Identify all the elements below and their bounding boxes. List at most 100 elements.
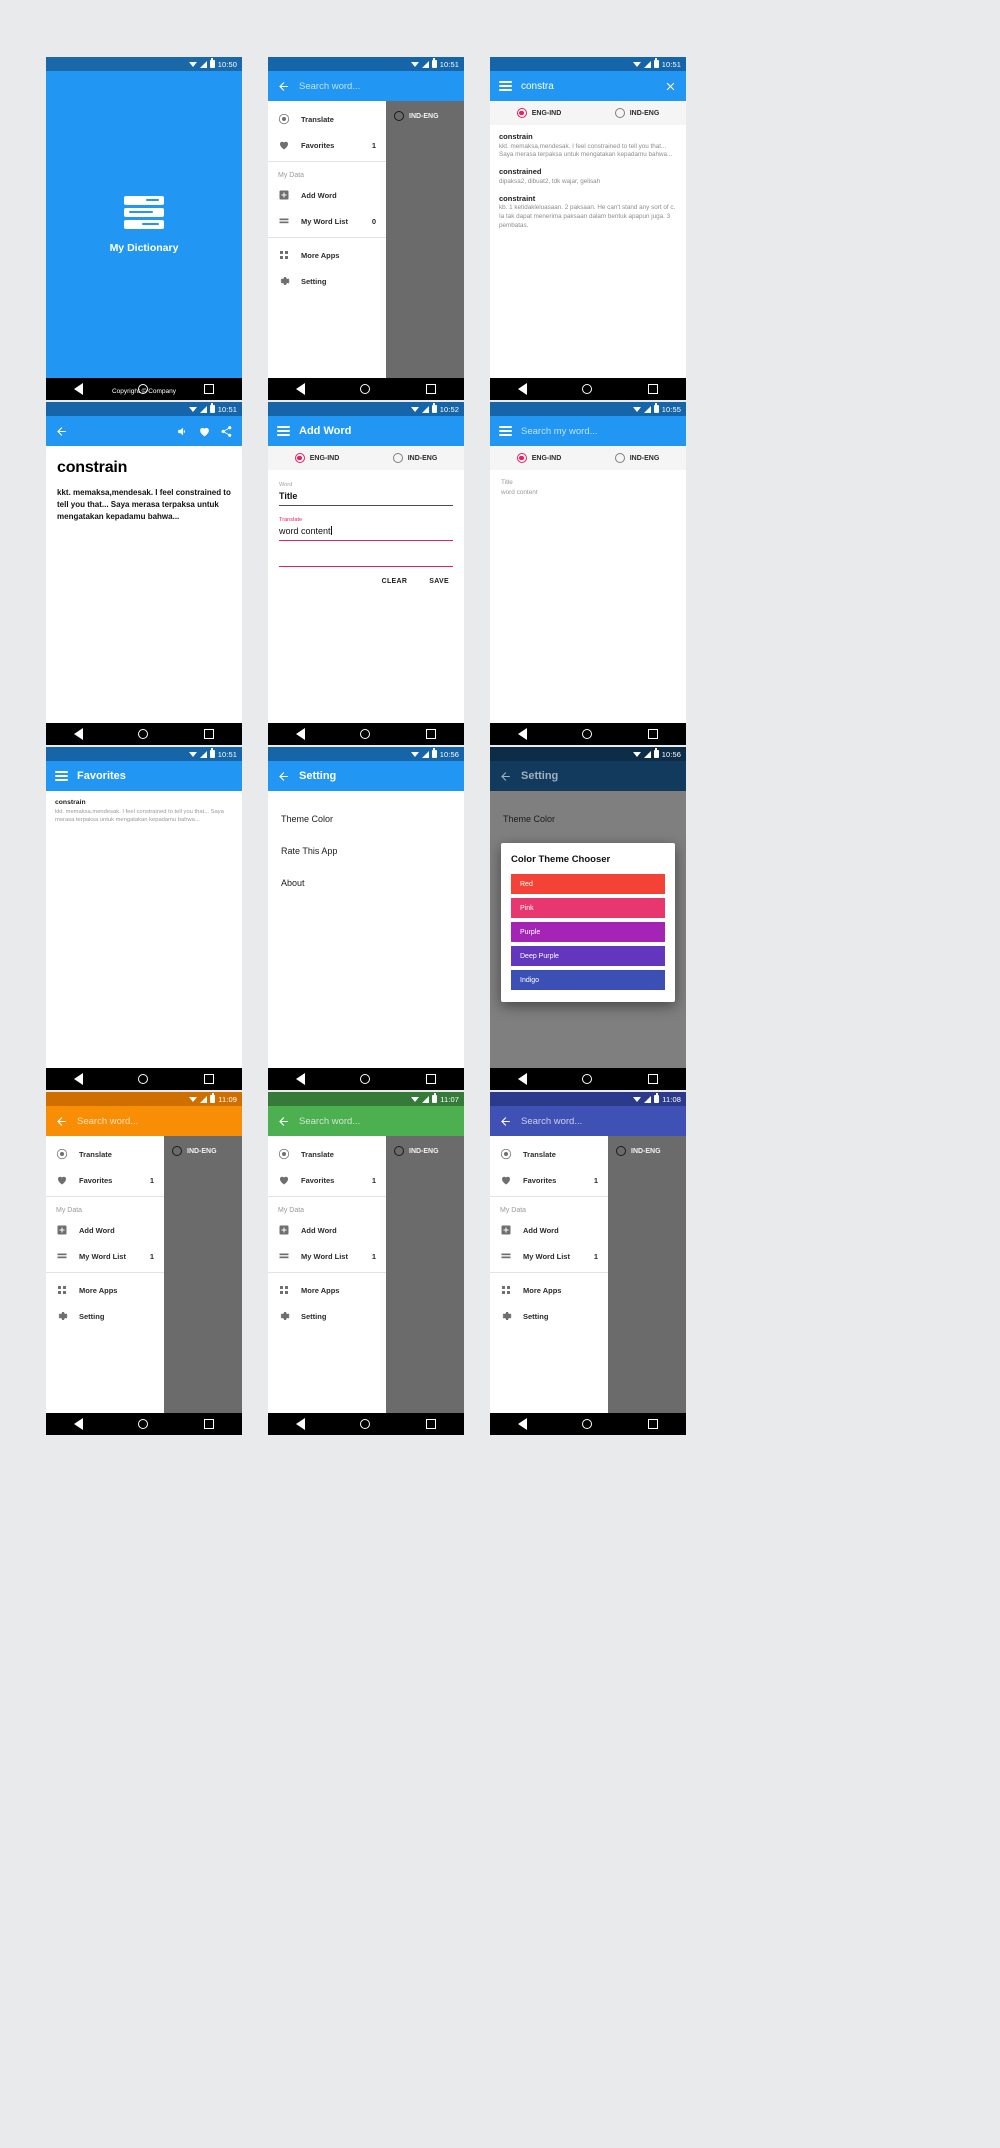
share-icon[interactable] — [220, 425, 233, 438]
menu-icon[interactable] — [499, 81, 512, 91]
radio-circle-icon[interactable] — [614, 453, 625, 463]
radio-circle-icon[interactable] — [614, 108, 625, 118]
home-nav-icon[interactable] — [138, 729, 149, 739]
sidebar-item-add-word[interactable]: Add Word — [490, 1217, 608, 1243]
back-arrow-icon[interactable] — [55, 1115, 68, 1128]
setting-row-rate-app[interactable]: Rate This App — [268, 835, 464, 867]
radio-eng-ind[interactable]: ENG-IND — [516, 453, 561, 463]
speaker-icon[interactable] — [176, 425, 189, 438]
recents-nav-icon[interactable] — [204, 1074, 215, 1084]
radio-ind-eng[interactable]: IND-ENG — [608, 1136, 686, 1166]
search-input[interactable]: Search word... — [299, 1116, 360, 1127]
setting-row-about[interactable]: About — [268, 867, 464, 899]
sidebar-item-my-word-list[interactable]: My Word List 1 — [490, 1243, 608, 1269]
back-nav-icon[interactable] — [295, 1073, 305, 1085]
android-nav-bar[interactable] — [490, 1413, 686, 1435]
sidebar-item-setting[interactable]: Setting — [268, 1303, 386, 1329]
android-nav-bar[interactable] — [46, 1413, 242, 1435]
radio-circle-icon[interactable] — [394, 111, 404, 121]
back-nav-icon[interactable] — [517, 1073, 527, 1085]
sidebar-item-my-word-list[interactable]: My Word List 0 — [268, 208, 386, 234]
search-query[interactable]: constra — [521, 81, 554, 92]
search-input[interactable]: Search my word... — [521, 426, 598, 437]
home-nav-icon[interactable] — [582, 1419, 593, 1429]
back-arrow-icon[interactable] — [499, 770, 512, 783]
home-nav-icon[interactable] — [360, 1419, 371, 1429]
back-nav-icon[interactable] — [295, 728, 305, 740]
radio-ind-eng[interactable]: IND-ENG — [392, 453, 437, 463]
sidebar-item-translate[interactable]: Translate — [46, 1141, 164, 1167]
radio-circle-icon[interactable] — [516, 453, 527, 463]
sidebar-item-more-apps[interactable]: More Apps — [46, 1277, 164, 1303]
back-nav-icon[interactable] — [295, 383, 305, 395]
back-nav-icon[interactable] — [73, 1418, 83, 1430]
recents-nav-icon[interactable] — [648, 384, 659, 394]
sidebar-item-add-word[interactable]: Add Word — [268, 1217, 386, 1243]
list-item[interactable]: Title word content — [490, 470, 686, 505]
search-input[interactable]: Search word... — [299, 81, 360, 92]
android-nav-bar[interactable] — [268, 1413, 464, 1435]
sidebar-item-my-word-list[interactable]: My Word List 1 — [268, 1243, 386, 1269]
sidebar-item-favorites[interactable]: Favorites 1 — [268, 1167, 386, 1193]
sidebar-item-translate[interactable]: Translate — [268, 1141, 386, 1167]
home-nav-icon[interactable] — [582, 384, 593, 394]
drawer-scrim[interactable]: IND-ENG — [386, 1136, 464, 1413]
home-nav-icon[interactable] — [360, 384, 371, 394]
result-item[interactable]: constraint kb. 1 ketidakleluasaan. 2 pak… — [499, 194, 677, 231]
menu-icon[interactable] — [55, 771, 68, 781]
back-nav-icon[interactable] — [517, 728, 527, 740]
android-nav-bar[interactable] — [268, 723, 464, 745]
home-nav-icon[interactable] — [582, 1074, 593, 1084]
radio-ind-eng[interactable]: IND-ENG — [386, 1136, 464, 1166]
radio-ind-eng[interactable]: IND-ENG — [164, 1136, 242, 1166]
back-nav-icon[interactable] — [73, 1073, 83, 1085]
recents-nav-icon[interactable] — [426, 1074, 437, 1084]
sidebar-item-add-word[interactable]: Add Word — [268, 182, 386, 208]
home-nav-icon[interactable] — [582, 729, 593, 739]
home-nav-icon[interactable] — [360, 729, 371, 739]
sidebar-item-translate[interactable]: Translate — [490, 1141, 608, 1167]
color-option-indigo[interactable]: Indigo — [511, 970, 665, 990]
sidebar-item-setting[interactable]: Setting — [490, 1303, 608, 1329]
back-arrow-icon[interactable] — [499, 1115, 512, 1128]
color-option-deep-purple[interactable]: Deep Purple — [511, 946, 665, 966]
drawer-scrim[interactable]: IND-ENG — [608, 1136, 686, 1413]
radio-circle-icon[interactable] — [172, 1146, 182, 1156]
recents-nav-icon[interactable] — [426, 729, 437, 739]
radio-circle-icon[interactable] — [616, 1146, 626, 1156]
android-nav-bar[interactable] — [268, 1068, 464, 1090]
radio-circle-icon[interactable] — [394, 1146, 404, 1156]
home-nav-icon[interactable] — [360, 1074, 371, 1084]
android-nav-bar[interactable] — [268, 378, 464, 400]
android-nav-bar[interactable] — [46, 723, 242, 745]
recents-nav-icon[interactable] — [648, 729, 659, 739]
sidebar-item-favorites[interactable]: Favorites 1 — [46, 1167, 164, 1193]
color-option-red[interactable]: Red — [511, 874, 665, 894]
back-nav-icon[interactable] — [73, 728, 83, 740]
recents-nav-icon[interactable] — [426, 384, 437, 394]
radio-eng-ind[interactable]: ENG-IND — [294, 453, 339, 463]
sidebar-item-setting[interactable]: Setting — [46, 1303, 164, 1329]
recents-nav-icon[interactable] — [204, 729, 215, 739]
save-button[interactable]: SAVE — [429, 578, 449, 585]
back-arrow-icon[interactable] — [277, 80, 290, 93]
home-nav-icon[interactable] — [138, 1419, 149, 1429]
android-nav-bar[interactable] — [490, 378, 686, 400]
sidebar-item-more-apps[interactable]: More Apps — [268, 242, 386, 268]
recents-nav-icon[interactable] — [648, 1419, 659, 1429]
back-nav-icon[interactable] — [295, 1418, 305, 1430]
clear-button[interactable]: CLEAR — [382, 578, 408, 585]
radio-eng-ind[interactable]: ENG-IND — [516, 108, 561, 118]
close-icon[interactable] — [664, 80, 677, 93]
sidebar-item-translate[interactable]: Translate — [268, 106, 386, 132]
back-nav-icon[interactable] — [517, 383, 527, 395]
sidebar-item-setting[interactable]: Setting — [268, 268, 386, 294]
radio-circle-icon[interactable] — [392, 453, 403, 463]
color-option-purple[interactable]: Purple — [511, 922, 665, 942]
setting-row-theme-color[interactable]: Theme Color — [268, 803, 464, 835]
radio-ind-eng[interactable]: IND-ENG — [386, 101, 464, 131]
sidebar-item-more-apps[interactable]: More Apps — [268, 1277, 386, 1303]
android-nav-bar[interactable] — [46, 1068, 242, 1090]
radio-ind-eng[interactable]: IND-ENG — [614, 108, 659, 118]
radio-circle-icon[interactable] — [516, 108, 527, 118]
